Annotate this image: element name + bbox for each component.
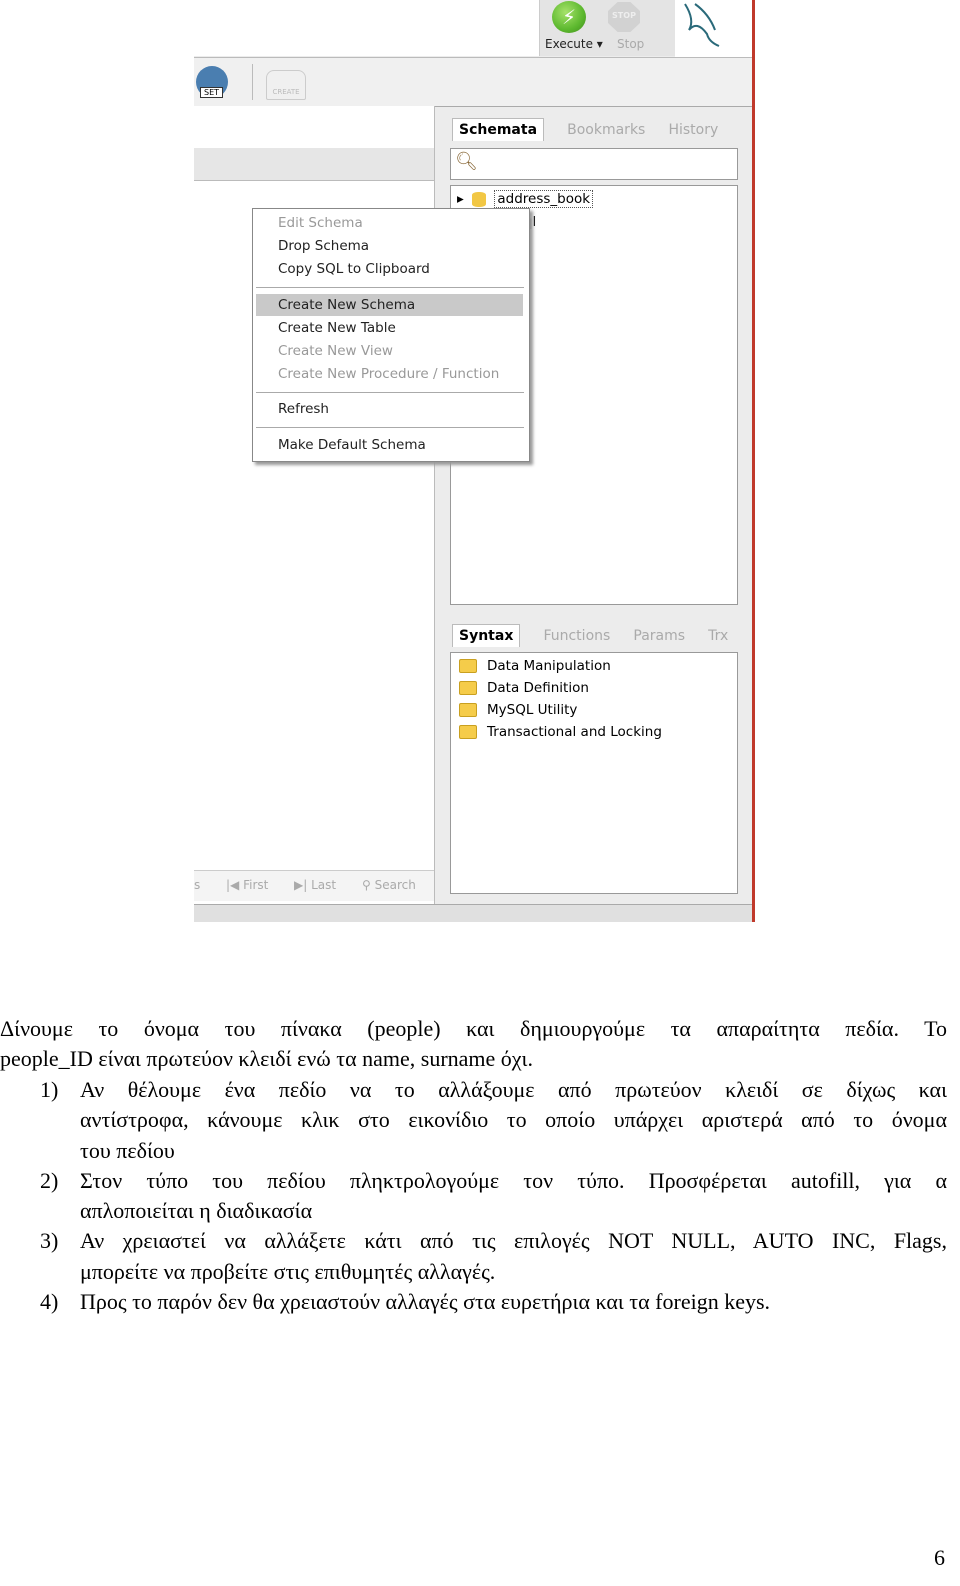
nav-partial: s	[194, 878, 201, 892]
menu-item-create-new-view[interactable]: Create New View	[278, 343, 393, 359]
first-label: First	[243, 878, 269, 892]
menu-separator	[256, 392, 524, 393]
result-header	[194, 148, 434, 181]
stop-button[interactable]: Stop	[617, 37, 644, 51]
tab-schemata[interactable]: Schemata	[452, 118, 545, 141]
menu-item-make-default-schema[interactable]: Make Default Schema	[278, 437, 426, 453]
execute-icon[interactable]: ⚡	[552, 1, 586, 33]
tree-item-label: address_book	[494, 190, 594, 208]
list-number: 1)	[40, 1077, 59, 1102]
menu-separator	[256, 427, 524, 428]
schema-search-input[interactable]: 🔍︎	[450, 148, 738, 180]
syntax-tabs: Syntax Functions Params Trx	[452, 624, 746, 647]
database-icon	[472, 191, 487, 207]
schema-tabs: Schemata Bookmarks History	[452, 118, 736, 141]
result-nav-bar: s |◀ First ▶| Last ⚲ Search	[194, 870, 434, 901]
execute-button[interactable]: Execute ▾	[545, 37, 603, 51]
menu-item-copy-sql[interactable]: Copy SQL to Clipboard	[278, 261, 430, 277]
list-item-text: Προς το παρόν δεν θα χρειαστούν αλλαγές …	[80, 1289, 771, 1314]
tab-params[interactable]: Params	[633, 628, 685, 644]
create-button[interactable]: CREATE	[266, 70, 306, 100]
tree-item-address-book[interactable]: ▸ address_book	[457, 190, 594, 208]
syntax-item-label: MySQL Utility	[487, 702, 578, 718]
list-item-text: αντίστροφα, κάνουμε κλικ στο εικονίδιο τ…	[80, 1107, 947, 1132]
tab-history[interactable]: History	[668, 122, 718, 138]
mysql-query-browser-screenshot: ⚡ Execute ▾ STOP Stop SET CREATE s |◀ Fi…	[194, 0, 752, 922]
search-icon: 🔍︎	[455, 151, 478, 172]
list-number: 4)	[40, 1289, 59, 1314]
syntax-item[interactable]: Data Manipulation	[459, 658, 611, 674]
query-toolbar: SET CREATE	[194, 57, 752, 107]
syntax-tree: Data Manipulation Data Definition MySQL …	[450, 652, 738, 894]
syntax-item[interactable]: MySQL Utility	[459, 702, 577, 718]
tab-trx[interactable]: Trx	[708, 628, 728, 644]
list-item-text: Αν θέλουμε ένα πεδίο να το αλλάξουμε από…	[80, 1077, 947, 1102]
folder-icon	[459, 659, 477, 673]
list-item-text: του πεδίου	[80, 1138, 175, 1163]
syntax-item-label: Transactional and Locking	[487, 724, 662, 740]
menu-item-create-procedure[interactable]: Create New Procedure / Function	[278, 366, 499, 382]
tab-functions[interactable]: Functions	[543, 628, 610, 644]
window-border	[752, 0, 755, 922]
tab-syntax[interactable]: Syntax	[452, 624, 521, 647]
folder-icon	[459, 725, 477, 739]
folder-icon	[459, 703, 477, 717]
list-item-text: Στον τύπο του πεδίου πληκτρολογούμε τον …	[80, 1168, 947, 1193]
syntax-item-label: Data Definition	[487, 680, 589, 696]
list-number: 2)	[40, 1168, 59, 1193]
expand-arrow-icon[interactable]: ▸	[457, 191, 464, 207]
context-menu: Edit Schema Drop Schema Copy SQL to Clip…	[252, 208, 530, 462]
list-number: 3)	[40, 1228, 59, 1253]
menu-separator	[256, 287, 524, 288]
syntax-item-label: Data Manipulation	[487, 658, 611, 674]
search-button[interactable]: ⚲ Search	[362, 878, 416, 892]
menu-item-edit-schema[interactable]: Edit Schema	[278, 215, 363, 231]
toolbar-divider	[252, 64, 253, 100]
menu-item-create-new-table[interactable]: Create New Table	[278, 320, 396, 336]
menu-item-refresh[interactable]: Refresh	[278, 401, 329, 417]
page-number: 6	[934, 1545, 945, 1570]
last-label: Last	[311, 878, 337, 892]
intro-paragraph-line: Δίνουμε το όνομα του πίνακα (people) και…	[0, 1016, 947, 1041]
search-label: Search	[374, 878, 416, 892]
list-item-text: μπορείτε να προβείτε στις επιθυμητές αλλ…	[80, 1259, 496, 1284]
syntax-item[interactable]: Data Definition	[459, 680, 589, 696]
tab-bookmarks[interactable]: Bookmarks	[567, 122, 645, 138]
status-bar	[194, 904, 752, 922]
intro-paragraph-line: people_ID είναι πρωτεύον κλειδί ενώ τα n…	[0, 1046, 533, 1071]
menu-item-drop-schema[interactable]: Drop Schema	[278, 238, 369, 254]
list-item-text: Αν χρειαστεί να αλλάξετε κάτι από τις επ…	[80, 1228, 947, 1253]
execute-toolbar: ⚡ Execute ▾ STOP Stop	[539, 0, 676, 56]
first-button[interactable]: |◀ First	[226, 878, 268, 892]
stop-icon: STOP	[608, 2, 640, 32]
last-button[interactable]: ▶| Last	[294, 878, 336, 892]
menu-item-create-new-schema[interactable]: Create New Schema	[256, 294, 523, 316]
list-item-text: απλοποιείται η διαδικασία	[80, 1198, 313, 1223]
set-label: SET	[200, 87, 224, 98]
folder-icon	[459, 681, 477, 695]
syntax-item[interactable]: Transactional and Locking	[459, 724, 662, 740]
